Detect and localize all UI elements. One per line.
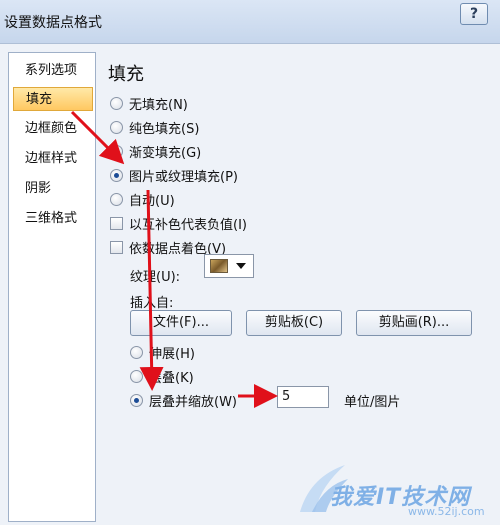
no-fill-option[interactable]: 无填充(N) [110,94,188,113]
picture-texture-fill-radio[interactable] [110,169,123,182]
insert-from-label: 插入自: [130,296,174,311]
invert-if-negative-option[interactable]: 以互补色代表负值(I) [110,214,247,233]
no-fill-radio[interactable] [110,97,123,110]
units-per-picture-input[interactable]: 5 [277,386,329,408]
sidebar-item-series-options[interactable]: 系列选项 [13,59,93,83]
dialog-titlebar: 设置数据点格式 ? [0,0,500,44]
help-button[interactable]: ? [460,3,488,25]
sidebar-item-border-style[interactable]: 边框样式 [13,147,93,171]
invert-if-negative-label: 以互补色代表负值(I) [129,218,247,233]
texture-label: 纹理(U): [130,270,181,285]
automatic-label: 自动(U) [129,194,175,209]
file-button[interactable]: 文件(F)... [130,310,232,336]
watermark-url: www.52ij.com [408,505,485,518]
clip-art-button[interactable]: 剪贴画(R)... [356,310,472,336]
picture-texture-fill-label: 图片或纹理填充(P) [129,170,238,185]
solid-fill-label: 纯色填充(S) [129,122,200,137]
dialog-body: 系列选项 填充 边框颜色 边框样式 阴影 三维格式 填充 无填充(N) 纯色填充… [0,44,500,525]
clipboard-button[interactable]: 剪贴板(C) [246,310,342,336]
chevron-down-icon [236,263,246,269]
vary-colors-checkbox[interactable] [110,241,123,254]
texture-dropdown[interactable] [204,254,254,278]
watermark: 我爱IT技术网 www.52ij.com [290,455,495,520]
sidebar-item-shadow[interactable]: 阴影 [13,177,93,201]
stretch-option[interactable]: 伸展(H) [130,343,195,362]
dialog-title: 设置数据点格式 [4,15,102,31]
gradient-fill-label: 渐变填充(G) [129,146,202,161]
stack-label: 层叠(K) [149,371,194,386]
stretch-radio[interactable] [130,346,143,359]
gradient-fill-option[interactable]: 渐变填充(G) [110,142,201,161]
stack-option[interactable]: 层叠(K) [130,367,194,386]
texture-swatch-icon [210,259,228,273]
sidebar-item-fill[interactable]: 填充 [13,87,93,111]
sidebar-item-border-color[interactable]: 边框颜色 [13,117,93,141]
fill-panel: 填充 无填充(N) 纯色填充(S) 渐变填充(G) 图片或纹理填充(P) 自动(… [100,52,494,522]
category-list: 系列选项 填充 边框颜色 边框样式 阴影 三维格式 [8,52,96,522]
automatic-option[interactable]: 自动(U) [110,190,175,209]
invert-if-negative-checkbox[interactable] [110,217,123,230]
automatic-radio[interactable] [110,193,123,206]
solid-fill-radio[interactable] [110,121,123,134]
gradient-fill-radio[interactable] [110,145,123,158]
units-label: 单位/图片 [344,395,401,410]
no-fill-label: 无填充(N) [129,98,188,113]
panel-title: 填充 [108,64,144,85]
solid-fill-option[interactable]: 纯色填充(S) [110,118,199,137]
picture-texture-fill-option[interactable]: 图片或纹理填充(P) [110,166,238,185]
stack-and-scale-option[interactable]: 层叠并缩放(W) [130,391,237,410]
stack-and-scale-label: 层叠并缩放(W) [149,395,237,410]
stack-radio[interactable] [130,370,143,383]
stretch-label: 伸展(H) [149,347,195,362]
sidebar-item-3d-format[interactable]: 三维格式 [13,207,93,231]
stack-and-scale-radio[interactable] [130,394,143,407]
